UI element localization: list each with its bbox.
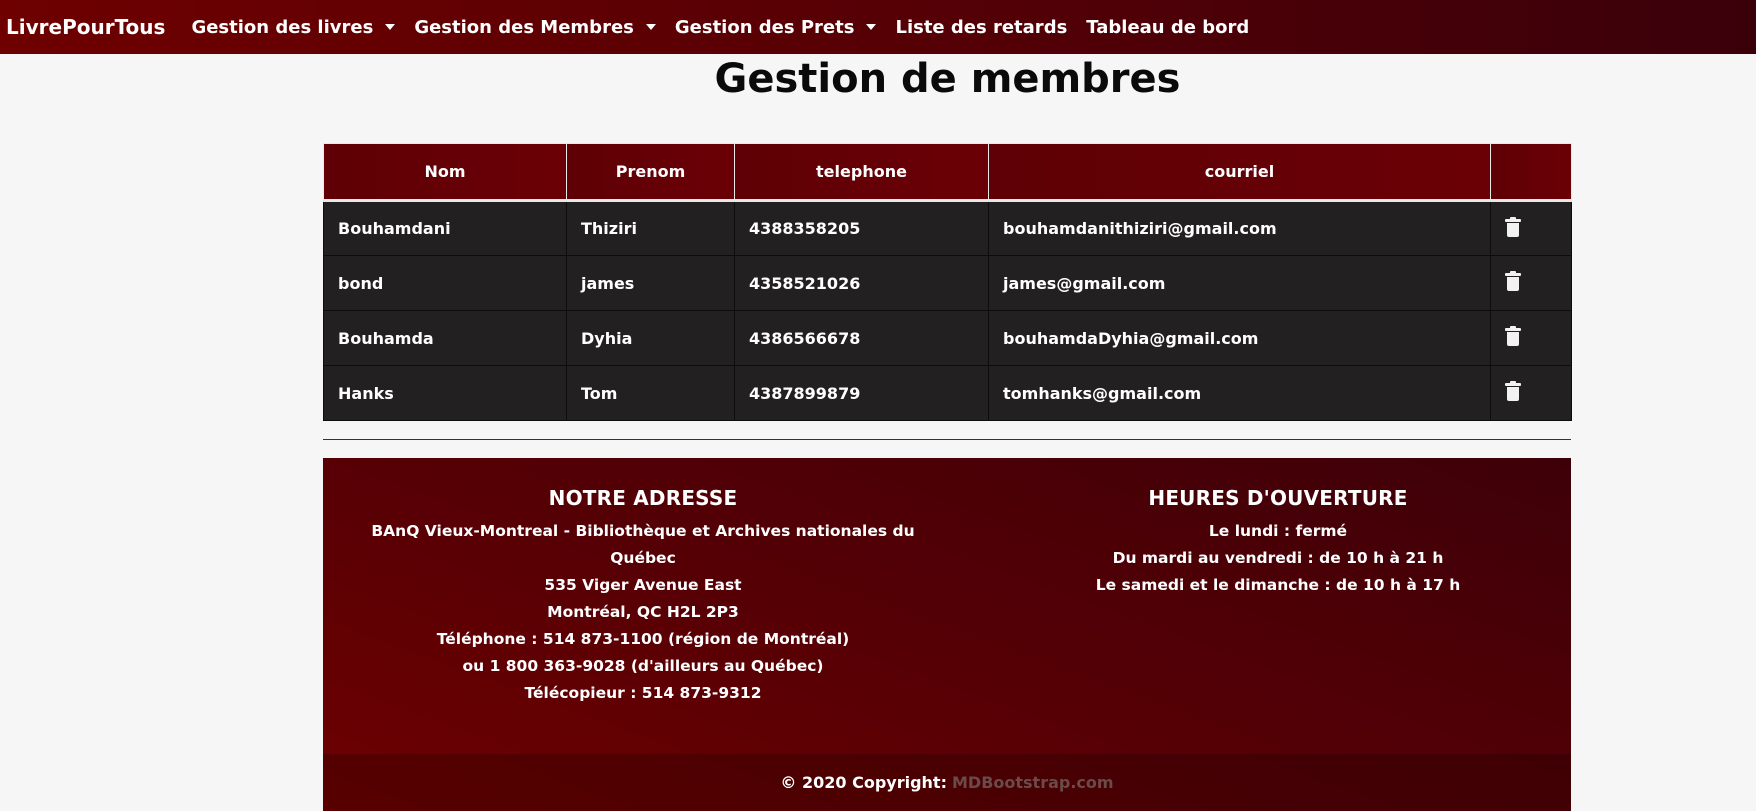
nav-liste-retards[interactable]: Liste des retards [895,17,1067,38]
nav-gestion-prets[interactable]: Gestion des Prets [675,17,877,38]
table-row: Bouhamdani Thiziri 4388358205 bouhamdani… [323,200,1572,256]
copyright-bar: © 2020 Copyright: MDBootstrap.com [323,754,1571,811]
hours-line: Le lundi : fermé [1208,522,1348,540]
table-row: Bouhamda Dyhia 4386566678 bouhamdaDyhia@… [323,310,1572,366]
nav-label: Liste des retards [895,16,1068,38]
cell-actions [1490,255,1572,311]
address-line: ou 1 800 363-9028 (d'ailleurs au Québec) [462,657,824,675]
trash-icon[interactable] [1505,381,1521,401]
caret-down-icon [645,24,656,30]
nav-gestion-livres[interactable]: Gestion des livres [191,16,396,38]
page-title: Gestion de membres [714,56,1181,102]
cell-nom: Bouhamda [323,310,567,366]
horizontal-divider [323,439,1571,440]
address-line: Québec [610,549,676,567]
top-navbar: LivrePourTous Gestion des livres Gestion… [0,0,1756,54]
caret-down-icon [385,24,396,30]
page-footer: NOTRE ADRESSE BAnQ Vieux-Montreal - Bibl… [323,458,1571,811]
cell-nom: bond [323,255,567,311]
nav-label: Gestion des Prets [674,16,855,38]
footer-address-section: NOTRE ADRESSE BAnQ Vieux-Montreal - Bibl… [363,486,923,707]
address-line: Montréal, QC H2L 2P3 [547,603,739,621]
table-row: Hanks Tom 4387899879 tomhanks@gmail.com [323,365,1572,421]
address-line: BAnQ Vieux-Montreal - Bibliothèque et Ar… [371,522,915,540]
cell-courriel: james@gmail.com [988,255,1491,311]
column-header-nom: Nom [323,143,567,202]
trash-icon[interactable] [1505,216,1521,237]
nav-label: Gestion des Membres [414,16,634,38]
address-line: Télécopieur : 514 873-9312 [524,684,762,702]
nav-label: Gestion des livres [191,16,374,38]
cell-prenom: Tom [566,365,735,421]
brand-logo[interactable]: LivrePourTous [0,15,165,39]
members-table: Nom Prenom telephone courriel Bouhamdani… [323,143,1572,421]
address-line: Téléphone : 514 873-1100 (région de Mont… [436,630,850,648]
hours-line: Le samedi et le dimanche : de 10 h à 17 … [1095,576,1461,594]
column-header-courriel: courriel [988,143,1491,202]
trash-icon[interactable] [1505,271,1521,291]
cell-nom: Bouhamdani [323,200,567,256]
trash-icon[interactable] [1505,326,1521,346]
footer-hours-title: HEURES D'OUVERTURE [1148,486,1408,510]
cell-nom: Hanks [323,365,567,421]
cell-telephone: 4386566678 [734,310,989,366]
nav-label: Tableau de bord [1086,16,1250,38]
cell-courriel: tomhanks@gmail.com [988,365,1491,421]
cell-telephone: 4387899879 [734,365,989,421]
cell-actions [1490,365,1572,421]
hours-line: Du mardi au vendredi : de 10 h à 21 h [1112,549,1444,567]
cell-telephone: 4388358205 [734,200,989,256]
cell-courriel: bouhamdanithiziri@gmail.com [988,200,1491,256]
table-row: bond james 4358521026 james@gmail.com [323,255,1572,311]
copyright-text: © 2020 Copyright: [780,773,947,792]
nav-gestion-membres[interactable]: Gestion des Membres [414,17,656,38]
column-header-telephone: telephone [734,143,989,202]
table-header-row: Nom Prenom telephone courriel [323,143,1572,202]
footer-hours-section: HEURES D'OUVERTURE Le lundi : fermé Du m… [1023,486,1533,599]
cell-prenom: Thiziri [566,200,735,256]
cell-courriel: bouhamdaDyhia@gmail.com [988,310,1491,366]
copyright-link[interactable]: MDBootstrap.com [952,773,1114,792]
cell-prenom: Dyhia [566,310,735,366]
footer-address-title: NOTRE ADRESSE [548,486,738,510]
column-header-prenom: Prenom [566,143,735,202]
caret-down-icon [866,24,877,30]
cell-actions [1490,200,1572,256]
cell-telephone: 4358521026 [734,255,989,311]
column-header-actions [1490,143,1572,202]
cell-actions [1490,310,1572,366]
address-line: 535 Viger Avenue East [544,576,742,594]
nav-tableau-de-bord[interactable]: Tableau de bord [1086,17,1249,38]
cell-prenom: james [566,255,735,311]
